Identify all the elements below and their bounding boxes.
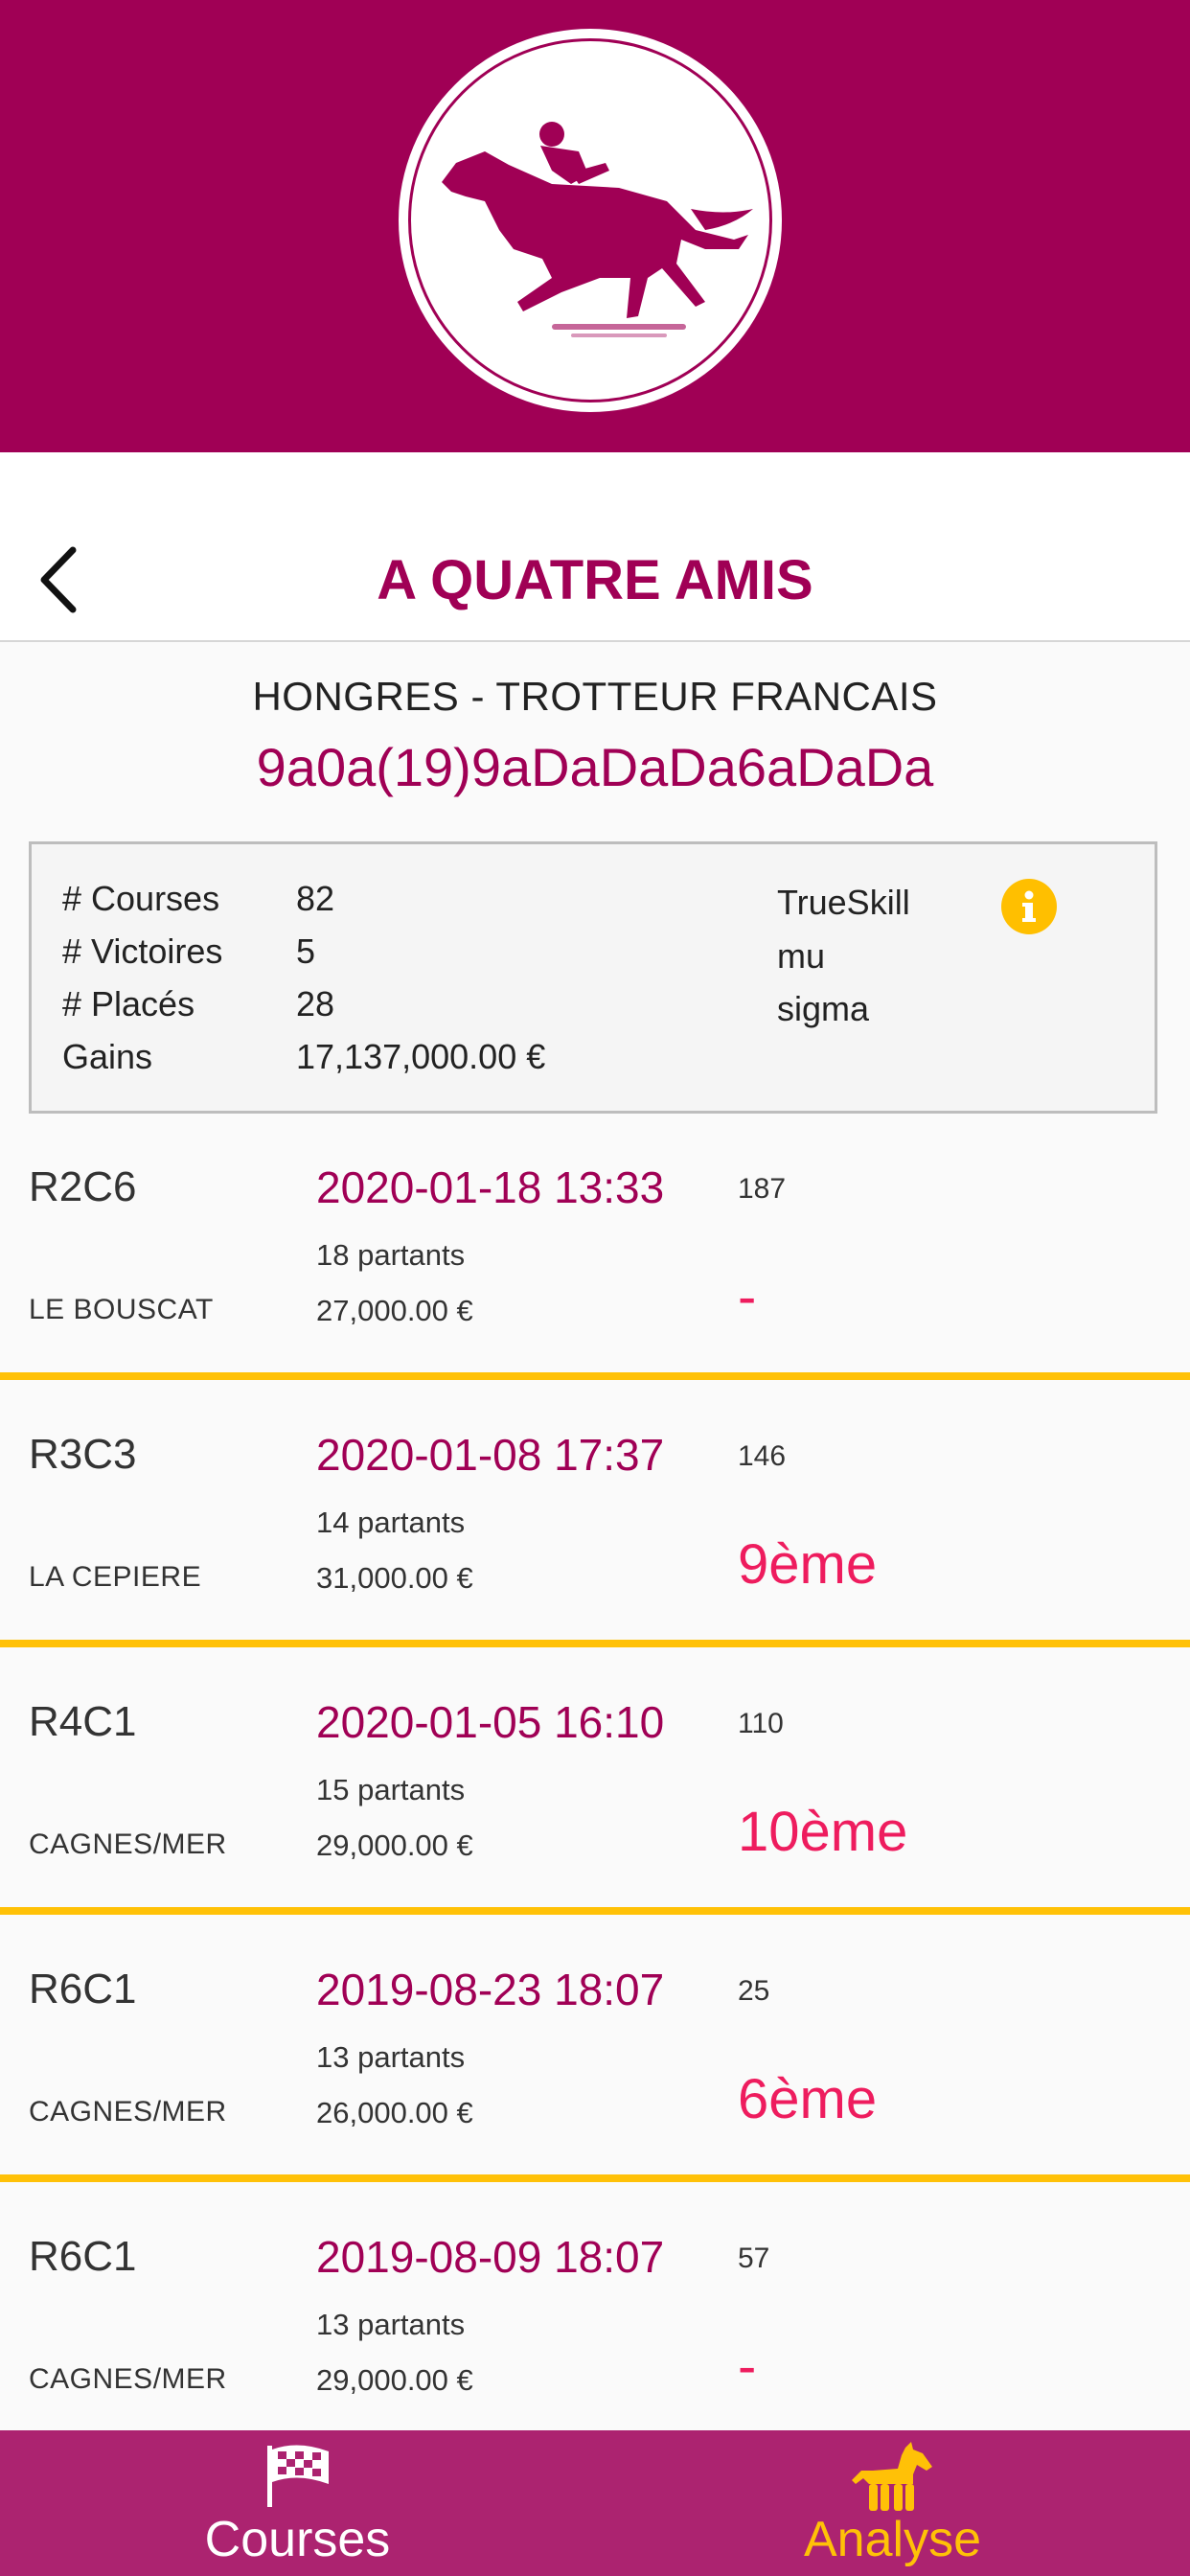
race-datetime: 2020-01-05 16:10 (316, 1697, 665, 1747)
stat-label: # Courses (62, 879, 220, 918)
race-id: R6C1 (29, 1966, 137, 2012)
stat-value: 5 (296, 932, 316, 971)
trueskill-label: TrueSkill (777, 883, 910, 922)
race-partants: 18 partants (316, 1238, 466, 1272)
race-prize: 26,000.00 € (316, 2096, 473, 2129)
race-row[interactable]: R3C3 LA CEPIERE 2020-01-08 17:37 14 part… (0, 1387, 1190, 1647)
stat-label: # Placés (62, 984, 195, 1024)
stat-value: 17,137,000.00 € (296, 1037, 546, 1076)
stat-value: 82 (296, 879, 335, 918)
race-id: R6C1 (29, 2233, 137, 2280)
race-datetime: 2020-01-08 17:37 (316, 1430, 665, 1480)
race-datetime: 2020-01-18 13:33 (316, 1162, 665, 1212)
info-icon (1022, 890, 1036, 922)
tab-label: Courses (204, 2512, 391, 2567)
checkered-flag-icon (266, 2445, 329, 2507)
race-venue: CAGNES/MER (29, 2363, 227, 2395)
trueskill-sigma-label: sigma (777, 989, 870, 1028)
page-title: A QUATRE AMIS (377, 549, 813, 611)
nav-bar: A QUATRE AMIS (0, 452, 1190, 642)
stats-panel: # Courses 82 # Victoires 5 # Placés 28 G… (29, 841, 1157, 1114)
race-place: 6ème (738, 2068, 878, 2130)
race-number: 25 (738, 1975, 770, 2007)
race-prize: 27,000.00 € (316, 1294, 473, 1327)
race-prize: 31,000.00 € (316, 1561, 473, 1595)
race-id: R2C6 (29, 1163, 137, 1210)
race-place: - (738, 1266, 757, 1328)
race-partants: 14 partants (316, 1506, 466, 1539)
race-row[interactable]: R6C1 CAGNES/MER 2019-08-09 18:07 13 part… (0, 2189, 1190, 2450)
race-prize: 29,000.00 € (316, 1828, 473, 1862)
horse-icon (851, 2442, 932, 2511)
stat-value: 28 (296, 984, 335, 1024)
race-place: 9ème (738, 1533, 878, 1596)
info-button[interactable] (1001, 879, 1057, 934)
jockey-horse-logo (399, 29, 782, 412)
race-partants: 13 partants (316, 2308, 466, 2341)
race-id: R3C3 (29, 1431, 137, 1478)
race-venue: CAGNES/MER (29, 2096, 227, 2128)
race-datetime: 2019-08-23 18:07 (316, 1965, 665, 2014)
stat-label: # Victoires (62, 932, 223, 971)
race-id: R4C1 (29, 1698, 137, 1745)
race-row[interactable]: R6C1 CAGNES/MER 2019-08-23 18:07 13 part… (0, 1921, 1190, 2182)
tab-label: Analyse (804, 2512, 981, 2567)
race-place: - (738, 2335, 757, 2398)
race-place: 10ème (738, 1801, 908, 1863)
race-prize: 29,000.00 € (316, 2363, 473, 2397)
header-banner (0, 0, 1190, 452)
race-partants: 15 partants (316, 1773, 466, 1806)
race-number: 57 (738, 2242, 770, 2274)
race-row[interactable]: R4C1 CAGNES/MER 2020-01-05 16:10 15 part… (0, 1654, 1190, 1915)
race-venue: LE BOUSCAT (29, 1294, 214, 1325)
horse-performance-code: 9a0a(19)9aDaDaDa6aDaDa (256, 737, 934, 797)
trueskill-mu-label: mu (777, 936, 826, 976)
race-number: 187 (738, 1173, 787, 1205)
stat-label: Gains (62, 1037, 153, 1076)
tab-bar: Courses Analyse (0, 2430, 1190, 2576)
race-number: 110 (738, 1708, 784, 1739)
horse-breed: HONGRES - TROTTEUR FRANCAIS (252, 674, 938, 719)
race-venue: LA CEPIERE (29, 1561, 202, 1593)
tab-analyse[interactable]: Analyse (595, 2430, 1190, 2576)
tab-courses[interactable]: Courses (0, 2430, 595, 2576)
race-datetime: 2019-08-09 18:07 (316, 2232, 665, 2282)
race-number: 146 (738, 1440, 787, 1472)
race-row[interactable]: R2C6 LE BOUSCAT 2020-01-18 13:33 18 part… (0, 1119, 1190, 1380)
race-partants: 13 partants (316, 2040, 466, 2074)
race-venue: CAGNES/MER (29, 1828, 227, 1860)
